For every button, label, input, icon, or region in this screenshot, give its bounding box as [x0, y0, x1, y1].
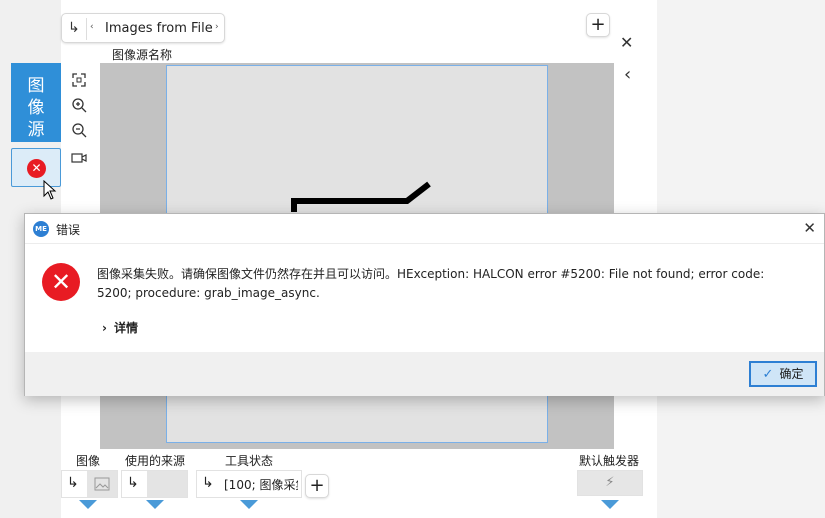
link-arrow-icon[interactable]: ↳: [127, 475, 139, 491]
connector-arrow-icon[interactable]: [146, 500, 164, 509]
ok-button[interactable]: ✓ 确定: [749, 361, 817, 387]
chevron-left-icon[interactable]: ‹: [90, 22, 94, 32]
lightning-icon: ⚡: [605, 475, 615, 490]
close-icon[interactable]: ✕: [620, 33, 633, 52]
source-thumbnail: [147, 471, 187, 497]
connector-arrow-icon[interactable]: [79, 500, 97, 509]
details-expander[interactable]: › 详情: [102, 319, 138, 336]
check-icon: ✓: [762, 367, 774, 382]
image-content: [291, 181, 431, 212]
close-icon[interactable]: ✕: [803, 219, 816, 237]
chevron-left-icon[interactable]: ‹: [624, 64, 631, 85]
details-label: 详情: [113, 321, 138, 335]
error-dialog: ME 错误 ✕ ✕ 图像采集失败。请确保图像文件仍然存在并且可以访问。HExce…: [24, 213, 825, 396]
mouse-cursor-icon: [43, 180, 57, 200]
used-source-label: 使用的来源: [125, 454, 186, 468]
tool-status-value: [100; 图像采集: [224, 478, 298, 492]
divider: [86, 18, 87, 40]
image-thumbnail: [87, 471, 117, 497]
dialog-body: ✕ 图像采集失败。请确保图像文件仍然存在并且可以访问。HException: H…: [25, 245, 824, 352]
tool-status-label: 工具状态: [225, 454, 274, 468]
tool-status-cell[interactable]: ↳ [100; 图像采集: [196, 470, 302, 498]
tab-label-char: 像: [27, 98, 45, 118]
ok-label: 确定: [779, 367, 804, 381]
tab-label-char: 图: [27, 76, 45, 96]
chevron-right-icon: ›: [102, 321, 107, 335]
tab-image-source[interactable]: 图 像 源: [11, 63, 61, 142]
connector-arrow-icon[interactable]: [240, 500, 258, 509]
link-arrow-icon[interactable]: ↳: [202, 475, 214, 491]
tool-path-bar[interactable]: ↳ ‹ Images from File ›: [61, 13, 225, 43]
return-arrow-icon[interactable]: ↳: [68, 20, 80, 36]
add-output-button[interactable]: +: [305, 474, 329, 498]
add-button[interactable]: +: [586, 13, 610, 37]
link-arrow-icon[interactable]: ↳: [67, 475, 79, 491]
dialog-title: 错误: [56, 223, 81, 237]
error-icon: ✕: [27, 159, 46, 178]
used-source-cell[interactable]: ↳: [121, 470, 188, 498]
zoom-out-icon[interactable]: [70, 122, 88, 140]
path-label: Images from File: [105, 21, 213, 36]
error-icon: ✕: [42, 263, 80, 301]
tab-label-char: 源: [27, 120, 45, 140]
camera-icon[interactable]: [70, 150, 88, 168]
chevron-right-icon[interactable]: ›: [215, 22, 219, 32]
image-input-label: 图像: [76, 454, 101, 468]
dialog-titlebar: ME 错误 ✕: [25, 214, 824, 244]
trigger-cell[interactable]: ⚡: [577, 470, 643, 496]
image-input-cell[interactable]: ↳: [61, 470, 118, 498]
connector-arrow-icon[interactable]: [601, 500, 619, 509]
app-logo-icon: ME: [33, 221, 49, 237]
default-trigger-label: 默认触发器: [579, 454, 640, 468]
image-source-title: 图像源名称: [112, 48, 173, 62]
error-message: 图像采集失败。请确保图像文件仍然存在并且可以访问。HException: HAL…: [97, 267, 765, 300]
dialog-footer: ✓ 确定: [25, 352, 824, 396]
zoom-in-icon[interactable]: [70, 97, 88, 115]
fit-view-icon[interactable]: [70, 72, 88, 90]
